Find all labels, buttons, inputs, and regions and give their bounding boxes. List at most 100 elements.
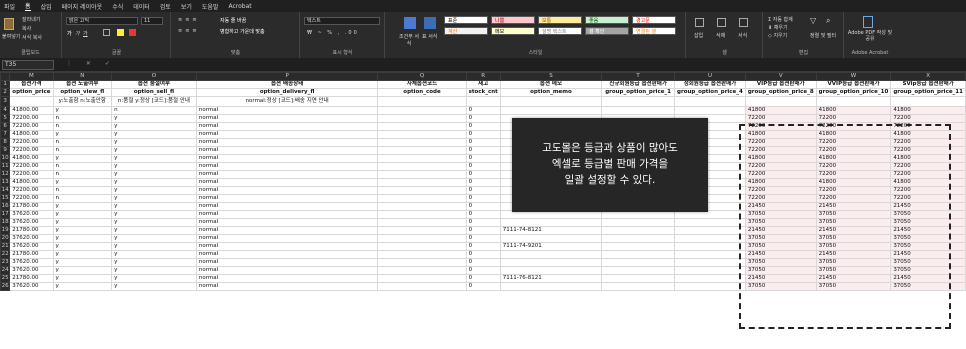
cell[interactable]: option_sell_fl xyxy=(111,88,197,97)
align-icons-2[interactable]: ≡≡≡ xyxy=(178,28,200,34)
cell[interactable]: 41800 xyxy=(815,106,892,115)
cell-style-6[interactable]: 메모 xyxy=(491,27,535,35)
cell[interactable]: 72200.00 xyxy=(9,162,54,171)
cell[interactable]: 0 xyxy=(465,202,501,211)
delete-cells-icon[interactable] xyxy=(717,18,726,27)
cell[interactable]: 37050 xyxy=(815,218,892,227)
cell[interactable] xyxy=(377,122,467,131)
cell[interactable]: 72200 xyxy=(815,122,892,131)
cell[interactable]: normal xyxy=(195,282,379,291)
column-header[interactable]: R xyxy=(465,72,501,81)
cell[interactable]: 0 xyxy=(465,282,501,291)
cell[interactable]: 37050 xyxy=(890,234,966,243)
cell[interactable]: 41800.00 xyxy=(9,154,54,163)
cell[interactable] xyxy=(377,234,467,243)
cell[interactable]: y xyxy=(111,186,197,195)
cell[interactable]: 72200 xyxy=(890,194,966,203)
cell[interactable]: 0 xyxy=(465,178,501,187)
cell[interactable]: 0 xyxy=(465,106,501,115)
cell[interactable] xyxy=(499,106,603,115)
cell[interactable]: 7111-74-9201 xyxy=(499,242,603,251)
spreadsheet-grid[interactable]: M N O P Q R S T U V W X 1 옵션가격 옵션 노출여부 옵션 품절여부 옵션 배송상태 자체… xyxy=(0,72,966,349)
cell[interactable] xyxy=(377,218,467,227)
cell[interactable] xyxy=(674,250,746,259)
row-number[interactable]: 20 xyxy=(0,234,11,243)
cell[interactable]: 21780.00 xyxy=(9,226,54,235)
cell[interactable]: 41800 xyxy=(890,154,966,163)
cell[interactable]: y xyxy=(52,218,113,227)
menu-item[interactable]: 데이터 xyxy=(133,2,150,11)
cell[interactable]: option_delivery_fl xyxy=(195,88,379,97)
format-cells-button[interactable]: 서식 xyxy=(738,32,747,39)
row-number[interactable]: 3 xyxy=(0,96,11,107)
row-number[interactable]: 24 xyxy=(0,266,11,275)
row-number[interactable]: 11 xyxy=(0,162,11,171)
cell[interactable]: 41800 xyxy=(744,130,817,139)
column-header[interactable]: Q xyxy=(377,72,467,81)
number-format-select[interactable]: 텍스트 xyxy=(304,17,380,25)
cell[interactable] xyxy=(601,96,676,107)
cell[interactable]: normal xyxy=(195,130,379,139)
cell[interactable]: 0 xyxy=(465,114,501,123)
cell[interactable]: y xyxy=(111,146,197,155)
cell[interactable]: y xyxy=(111,194,197,203)
cell[interactable] xyxy=(499,258,603,267)
cell[interactable]: 41800 xyxy=(744,106,817,115)
cell[interactable]: 72200 xyxy=(744,122,817,131)
cell[interactable] xyxy=(674,218,746,227)
menu-item[interactable]: 삽입 xyxy=(41,2,52,11)
cell[interactable]: 21780.00 xyxy=(9,202,54,211)
row-number[interactable]: 17 xyxy=(0,210,11,219)
cell[interactable]: normal xyxy=(195,122,379,131)
cell[interactable]: 37050 xyxy=(744,218,817,227)
cell[interactable]: 72200 xyxy=(744,194,817,203)
cell[interactable]: normal xyxy=(195,226,379,235)
cell[interactable]: 72200 xyxy=(744,170,817,179)
sheet-table[interactable]: M N O P Q R S T U V W X 1 옵션가격 옵션 노출여부 옵션 품절여부 옵션 배송상태 자체… xyxy=(0,72,966,291)
cell[interactable]: normal xyxy=(195,186,379,195)
cell[interactable]: 72200 xyxy=(815,194,892,203)
cell[interactable]: 0 xyxy=(465,242,501,251)
cell[interactable]: normal xyxy=(195,210,379,219)
column-header[interactable]: S xyxy=(499,72,603,81)
cell[interactable] xyxy=(890,96,966,107)
cell[interactable]: n xyxy=(52,186,113,195)
cell[interactable]: 72200 xyxy=(815,146,892,155)
sort-filter-icon[interactable]: ▽ xyxy=(810,16,816,25)
cell[interactable]: y xyxy=(111,258,197,267)
column-header[interactable]: V xyxy=(744,72,817,81)
cell[interactable] xyxy=(674,266,746,275)
cell[interactable]: y xyxy=(111,170,197,179)
cell[interactable]: 0 xyxy=(465,274,501,283)
clear-button[interactable]: ◇ 지우기 xyxy=(768,32,787,39)
select-all-corner[interactable] xyxy=(0,72,11,81)
cell[interactable] xyxy=(377,130,467,139)
row-number[interactable]: 4 xyxy=(0,106,11,115)
cell[interactable] xyxy=(465,96,501,107)
cell[interactable]: 0 xyxy=(465,162,501,171)
cell[interactable]: 72200 xyxy=(744,162,817,171)
cell-style-4[interactable]: 경고문 xyxy=(632,16,676,24)
cell[interactable]: y:노출함 n:노출안함 xyxy=(52,96,113,107)
column-header[interactable]: T xyxy=(601,72,676,81)
cell[interactable]: y xyxy=(111,226,197,235)
column-header[interactable]: X xyxy=(890,72,966,81)
table-format-icon[interactable] xyxy=(424,17,436,29)
cell[interactable]: 37620.00 xyxy=(9,234,54,243)
paste-icon[interactable] xyxy=(4,18,14,30)
cell[interactable] xyxy=(674,234,746,243)
cell[interactable] xyxy=(377,162,467,171)
cell[interactable] xyxy=(815,96,892,107)
cell[interactable] xyxy=(377,282,467,291)
cell[interactable]: 37620.00 xyxy=(9,218,54,227)
font-size-select[interactable]: 11 xyxy=(141,17,163,25)
cell[interactable]: y xyxy=(111,130,197,139)
cell[interactable]: 72200 xyxy=(744,138,817,147)
cell[interactable] xyxy=(601,226,676,235)
cell[interactable]: 37620.00 xyxy=(9,266,54,275)
cell[interactable]: 0 xyxy=(465,138,501,147)
cell[interactable]: n:품절 y:정상 [코드]:품절 안내 xyxy=(111,96,197,107)
font-color-icon[interactable] xyxy=(129,29,136,36)
number-format-icons[interactable]: ₩ ~ % , .00 xyxy=(307,30,359,36)
fill-button[interactable]: ⬇ 채우기 xyxy=(768,24,788,31)
